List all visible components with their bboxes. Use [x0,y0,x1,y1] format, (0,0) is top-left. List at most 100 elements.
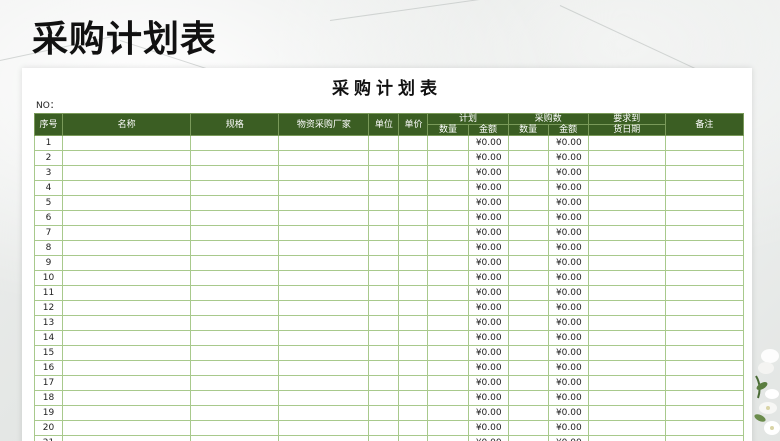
cell-purchase-qty[interactable] [507,165,549,181]
cell-index[interactable]: 2 [33,150,64,166]
cell-purchase-qty[interactable] [507,375,549,391]
cell-unit[interactable] [368,150,400,166]
cell-plan-amount[interactable]: ¥0.00 [467,135,509,151]
cell-supplier[interactable] [278,315,370,331]
cell-unit[interactable] [368,435,400,441]
cell-spec[interactable] [190,390,280,406]
cell-plan-amount[interactable]: ¥0.00 [467,240,509,256]
cell-index[interactable]: 12 [33,300,64,316]
cell-index[interactable]: 1 [33,135,64,151]
cell-price[interactable] [398,225,429,241]
cell-remark[interactable] [664,315,745,331]
cell-supplier[interactable] [278,135,370,151]
cell-name[interactable] [62,195,192,211]
cell-plan-qty[interactable] [427,435,469,441]
cell-price[interactable] [398,315,429,331]
cell-plan-qty[interactable] [427,375,469,391]
cell-unit[interactable] [368,315,400,331]
cell-price[interactable] [398,180,429,196]
cell-spec[interactable] [190,165,280,181]
cell-spec[interactable] [190,240,280,256]
cell-unit[interactable] [368,405,400,421]
cell-price[interactable] [398,210,429,226]
cell-remark[interactable] [664,435,745,441]
cell-index[interactable]: 21 [33,435,64,441]
cell-plan-qty[interactable] [427,180,469,196]
cell-index[interactable]: 4 [33,180,64,196]
cell-index[interactable]: 10 [33,270,64,286]
cell-spec[interactable] [190,315,280,331]
cell-purchase-amount[interactable]: ¥0.00 [547,135,589,151]
cell-remark[interactable] [664,300,745,316]
cell-plan-amount[interactable]: ¥0.00 [467,420,509,436]
cell-remark[interactable] [664,360,745,376]
cell-purchase-amount[interactable]: ¥0.00 [547,180,589,196]
cell-unit[interactable] [368,270,400,286]
cell-remark[interactable] [664,195,745,211]
cell-remark[interactable] [664,285,745,301]
cell-name[interactable] [62,405,192,421]
cell-purchase-amount[interactable]: ¥0.00 [547,255,589,271]
cell-plan-qty[interactable] [427,390,469,406]
cell-index[interactable]: 6 [33,210,64,226]
cell-name[interactable] [62,420,192,436]
cell-purchase-amount[interactable]: ¥0.00 [547,165,589,181]
cell-supplier[interactable] [278,270,370,286]
cell-name[interactable] [62,165,192,181]
cell-purchase-amount[interactable]: ¥0.00 [547,330,589,346]
cell-remark[interactable] [664,405,745,421]
cell-unit[interactable] [368,390,400,406]
cell-supplier[interactable] [278,225,370,241]
cell-spec[interactable] [190,405,280,421]
cell-plan-amount[interactable]: ¥0.00 [467,390,509,406]
cell-spec[interactable] [190,255,280,271]
cell-plan-amount[interactable]: ¥0.00 [467,150,509,166]
cell-purchase-amount[interactable]: ¥0.00 [547,420,589,436]
cell-supplier[interactable] [278,345,370,361]
cell-purchase-qty[interactable] [507,315,549,331]
cell-unit[interactable] [368,300,400,316]
cell-purchase-qty[interactable] [507,420,549,436]
cell-required-date[interactable] [587,420,666,436]
cell-supplier[interactable] [278,390,370,406]
cell-purchase-qty[interactable] [507,285,549,301]
cell-name[interactable] [62,345,192,361]
cell-required-date[interactable] [587,390,666,406]
cell-index[interactable]: 17 [33,375,64,391]
cell-required-date[interactable] [587,255,666,271]
cell-plan-qty[interactable] [427,150,469,166]
cell-plan-qty[interactable] [427,270,469,286]
cell-index[interactable]: 16 [33,360,64,376]
cell-name[interactable] [62,225,192,241]
cell-name[interactable] [62,375,192,391]
cell-purchase-amount[interactable]: ¥0.00 [547,405,589,421]
cell-price[interactable] [398,360,429,376]
cell-name[interactable] [62,240,192,256]
cell-required-date[interactable] [587,345,666,361]
cell-plan-amount[interactable]: ¥0.00 [467,405,509,421]
cell-spec[interactable] [190,435,280,441]
cell-price[interactable] [398,390,429,406]
cell-plan-amount[interactable]: ¥0.00 [467,285,509,301]
cell-purchase-qty[interactable] [507,345,549,361]
cell-plan-amount[interactable]: ¥0.00 [467,225,509,241]
cell-unit[interactable] [368,225,400,241]
cell-name[interactable] [62,180,192,196]
cell-spec[interactable] [190,345,280,361]
cell-plan-amount[interactable]: ¥0.00 [467,255,509,271]
cell-remark[interactable] [664,330,745,346]
cell-name[interactable] [62,315,192,331]
cell-plan-qty[interactable] [427,345,469,361]
cell-plan-amount[interactable]: ¥0.00 [467,300,509,316]
cell-name[interactable] [62,285,192,301]
cell-name[interactable] [62,360,192,376]
cell-supplier[interactable] [278,405,370,421]
cell-spec[interactable] [190,210,280,226]
cell-index[interactable]: 7 [33,225,64,241]
cell-unit[interactable] [368,345,400,361]
cell-name[interactable] [62,255,192,271]
cell-purchase-amount[interactable]: ¥0.00 [547,345,589,361]
cell-spec[interactable] [190,225,280,241]
cell-required-date[interactable] [587,195,666,211]
cell-unit[interactable] [368,195,400,211]
